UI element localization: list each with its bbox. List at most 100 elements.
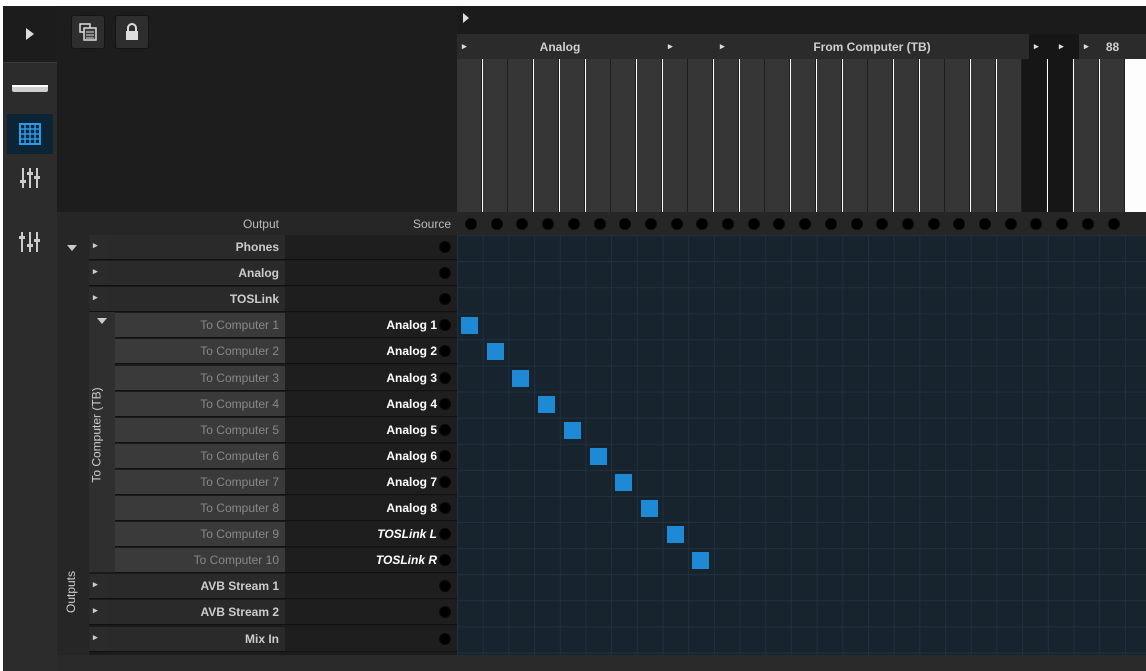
column-header[interactable]: Analog 5 <box>559 59 585 335</box>
column-header[interactable]: Main R <box>1099 59 1125 335</box>
route-cell[interactable] <box>486 343 504 361</box>
column-dot[interactable] <box>850 218 863 230</box>
route-cell[interactable] <box>563 421 581 439</box>
window-list-button[interactable] <box>71 15 105 49</box>
column-header[interactable]: From Computer 1 <box>714 59 739 335</box>
expand-row-icon[interactable]: ▸ <box>93 632 98 643</box>
column-header[interactable]: From Computer 5 <box>816 59 842 335</box>
source-value[interactable]: Analog 1 <box>285 313 457 338</box>
column-group-header-5[interactable]: ▸ <box>1054 34 1080 59</box>
row-dot[interactable] <box>439 632 451 645</box>
column-dot[interactable] <box>953 218 966 230</box>
column-group-from_computer[interactable]: ▸ From Computer (TB) <box>715 34 1030 59</box>
column-dot[interactable] <box>876 218 889 230</box>
expand-group-icon[interactable]: ▸ <box>462 41 467 52</box>
column-group-analog[interactable]: ▸ Analog <box>457 34 664 59</box>
bottom-scrollbar[interactable] <box>57 655 1146 671</box>
expand-group-icon[interactable]: ▸ <box>668 41 673 52</box>
row-dot[interactable] <box>439 423 451 436</box>
source-value[interactable]: Analog 4 <box>285 391 457 416</box>
column-header[interactable]: From Computer 8 <box>893 59 919 335</box>
expand-group-icon[interactable]: ▸ <box>1084 41 1089 52</box>
column-dot[interactable] <box>696 218 709 230</box>
expand-row-icon[interactable]: ▸ <box>93 240 98 251</box>
route-cell[interactable] <box>538 395 556 413</box>
expand-row-icon[interactable]: ▸ <box>93 266 98 277</box>
column-header[interactable]: From Computer 2 <box>739 59 765 335</box>
column-header[interactable]: From Computer 10 <box>945 59 971 335</box>
output-row[interactable]: To Computer 2 Analog 2 <box>115 339 457 365</box>
column-dot[interactable] <box>1030 218 1043 230</box>
expand-row-icon[interactable]: ▸ <box>93 292 98 303</box>
column-header[interactable]: Main L <box>1073 59 1099 335</box>
output-row[interactable]: To Computer 4 Analog 4 <box>115 391 457 417</box>
column-dot[interactable] <box>901 218 914 230</box>
column-header[interactable]: From Computer 6 <box>842 59 868 335</box>
column-dot[interactable] <box>722 218 734 230</box>
source-value[interactable]: Analog 8 <box>285 496 457 520</box>
column-header[interactable]: AVB Stream 2 <box>1048 59 1074 335</box>
column-header[interactable]: Analog 8 <box>636 59 662 335</box>
output-row[interactable]: ▸ AVB Stream 2 <box>89 600 457 626</box>
output-row[interactable]: ▸ AVB Stream 1 <box>89 574 457 600</box>
output-row[interactable]: To Computer 10 TOSLink R <box>115 548 457 574</box>
column-header[interactable]: From Computer 4 <box>791 59 817 335</box>
output-row[interactable]: To Computer 7 Analog 7 <box>115 469 457 495</box>
routing-grid-icon[interactable] <box>7 114 53 154</box>
source-cell[interactable] <box>285 287 457 312</box>
route-cell[interactable] <box>512 369 530 387</box>
expand-group-icon[interactable]: ▸ <box>1034 41 1039 52</box>
expand-group-icon[interactable]: ▸ <box>720 41 725 52</box>
mix-settings-icon[interactable] <box>7 222 53 262</box>
row-dot[interactable] <box>439 241 451 253</box>
output-row[interactable]: ▸ TOSLink <box>89 287 457 313</box>
row-dot[interactable] <box>439 528 451 541</box>
column-dot[interactable] <box>979 218 991 230</box>
output-row[interactable]: ▸ Mix In <box>89 626 457 652</box>
column-dot[interactable] <box>799 218 812 230</box>
output-row[interactable]: To Computer 5 Analog 5 <box>115 417 457 443</box>
source-value[interactable]: Analog 6 <box>285 443 457 468</box>
source-value[interactable]: Analog 2 <box>285 339 457 364</box>
column-dot[interactable] <box>927 218 940 230</box>
column-dot[interactable] <box>644 218 657 230</box>
row-dot[interactable] <box>439 502 451 514</box>
collapse-to-computer-icon[interactable] <box>97 318 107 324</box>
column-dot[interactable] <box>490 218 503 230</box>
column-dot[interactable] <box>516 218 529 230</box>
route-cell[interactable] <box>615 473 633 491</box>
row-dot[interactable] <box>439 449 451 462</box>
output-row[interactable]: To Computer 8 Analog 8 <box>115 496 457 521</box>
column-group-header-2[interactable]: ▸ <box>663 34 716 59</box>
source-cell[interactable] <box>285 235 457 259</box>
device-icon[interactable] <box>7 68 53 108</box>
column-dot[interactable] <box>542 218 555 230</box>
column-header[interactable]: AVB Stream 1 <box>1022 59 1048 335</box>
column-header[interactable]: TOSLink R <box>688 59 714 335</box>
output-row[interactable]: To Computer 3 Analog 3 <box>115 365 457 391</box>
source-value[interactable]: Analog 3 <box>285 365 457 390</box>
column-header[interactable]: From Computer 9 <box>919 59 945 335</box>
column-group-header-4[interactable]: ▸ <box>1029 34 1055 59</box>
expand-columns-icon[interactable] <box>463 13 469 23</box>
column-dot[interactable] <box>773 218 786 230</box>
column-header[interactable]: From Computer 7 <box>868 59 894 335</box>
column-dot[interactable] <box>747 218 760 230</box>
column-header[interactable]: Analog 7 <box>611 59 637 335</box>
column-header[interactable]: Analog 6 <box>585 59 611 335</box>
output-row[interactable]: ▸ Analog <box>89 261 457 287</box>
column-dot[interactable] <box>619 218 632 230</box>
column-header[interactable]: Analog 1 <box>457 59 482 335</box>
column-dot[interactable] <box>465 218 477 230</box>
column-dot[interactable] <box>1081 218 1094 230</box>
route-cell[interactable] <box>692 552 710 570</box>
column-header[interactable]: From Computer 11 <box>971 59 996 335</box>
expand-icon[interactable] <box>7 14 53 54</box>
route-cell[interactable] <box>589 447 607 465</box>
routing-matrix[interactable] <box>457 235 1146 655</box>
row-dot[interactable] <box>439 267 451 280</box>
column-header[interactable]: From Computer 3 <box>765 59 791 335</box>
source-cell[interactable] <box>285 574 457 599</box>
collapse-outputs-icon[interactable] <box>67 245 77 251</box>
source-cell[interactable] <box>285 600 457 625</box>
